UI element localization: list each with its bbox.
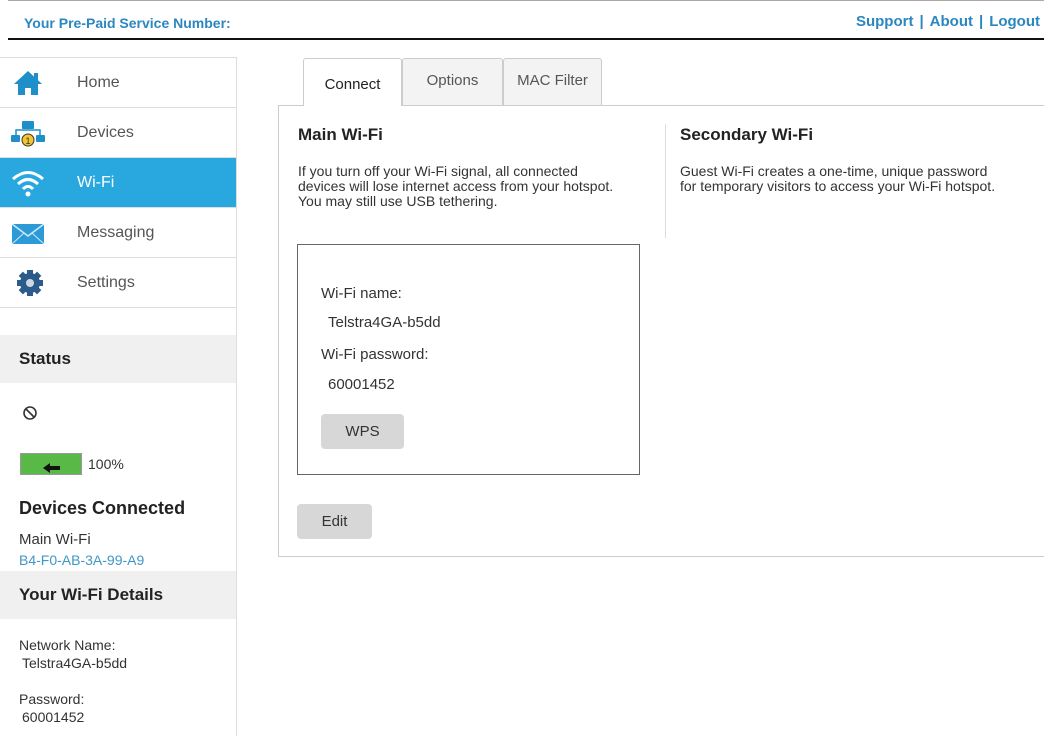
status-panel: 100% <box>0 383 237 491</box>
wifi-info-box: Wi-Fi name: Telstra4GA-b5dd Wi-Fi passwo… <box>297 244 640 475</box>
logout-link[interactable]: Logout <box>989 13 1040 30</box>
devices-connected-title: Devices Connected <box>0 491 237 529</box>
sidebar-item-devices[interactable]: 1 Devices <box>0 108 236 158</box>
support-link[interactable]: Support <box>856 13 914 30</box>
wifi-icon <box>10 168 46 198</box>
password-value: 60001452 <box>22 709 85 725</box>
sidebar: Home 1 Devices Wi-Fi Messaging Settings <box>0 57 237 736</box>
connect-panel: Main Wi-Fi If you turn off your Wi-Fi si… <box>278 105 1044 557</box>
gear-icon <box>10 268 46 298</box>
wps-button[interactable]: WPS <box>321 414 404 449</box>
main-wifi-desc-line: You may still use USB tethering. <box>298 193 498 209</box>
main-wifi-desc-line: devices will lose internet access from y… <box>298 178 614 194</box>
about-link[interactable]: About <box>930 13 973 30</box>
sidebar-item-label: Devices <box>77 124 134 141</box>
battery-percent: 100% <box>88 456 124 472</box>
sidebar-item-label: Settings <box>77 274 135 291</box>
home-icon <box>10 68 46 98</box>
battery-indicator <box>20 453 82 475</box>
secondary-wifi-title: Secondary Wi-Fi <box>680 125 814 144</box>
connected-network: Main Wi-Fi <box>19 531 91 548</box>
status-header: Status <box>0 335 237 383</box>
main-wifi-title: Main Wi-Fi <box>298 125 383 144</box>
wifi-password-label: Wi-Fi password: <box>321 346 429 363</box>
top-bar: Your Pre-Paid Service Number: Support | Ab… <box>8 0 1044 40</box>
charging-icon <box>43 460 61 478</box>
sidebar-spacer <box>0 308 237 335</box>
secondary-wifi-desc-line: Guest Wi-Fi creates a one-time, unique p… <box>680 163 988 179</box>
wifi-details-title: Your Wi-Fi Details <box>19 585 164 604</box>
main-wifi-description: If you turn off your Wi-Fi signal, all c… <box>298 164 613 209</box>
sidebar-item-label: Wi-Fi <box>77 174 115 191</box>
sidebar-item-settings[interactable]: Settings <box>0 258 236 308</box>
sidebar-item-wifi[interactable]: Wi-Fi <box>0 158 236 208</box>
secondary-wifi-desc-line: for temporary visitors to access your Wi… <box>680 178 996 194</box>
main-wifi-desc-line: If you turn off your Wi-Fi signal, all c… <box>298 163 578 179</box>
sidebar-item-messaging[interactable]: Messaging <box>0 208 236 258</box>
password-label: Password: <box>19 691 85 707</box>
service-number-label: Your Pre-Paid Service Number: <box>24 15 231 31</box>
network-name-value: Telstra4GA-b5dd <box>22 655 128 671</box>
secondary-wifi-description: Guest Wi-Fi creates a one-time, unique p… <box>680 164 995 194</box>
svg-text:1: 1 <box>25 136 30 146</box>
devices-icon: 1 <box>10 118 46 148</box>
status-title: Status <box>19 349 71 368</box>
tab-options[interactable]: Options <box>402 58 503 105</box>
tab-mac-filter[interactable]: MAC Filter <box>503 58 602 105</box>
column-divider <box>665 124 666 238</box>
wifi-name-label: Wi-Fi name: <box>321 285 402 302</box>
wifi-password-value: 60001452 <box>328 376 395 393</box>
sidebar-item-home[interactable]: Home <box>0 58 236 108</box>
wifi-name-value: Telstra4GA-b5dd <box>328 314 441 331</box>
connected-device-link[interactable]: B4-F0-AB-3A-99-A9 <box>19 552 144 568</box>
link-separator: | <box>919 13 924 30</box>
sidebar-nav: Home 1 Devices Wi-Fi Messaging Settings <box>0 57 237 308</box>
sidebar-item-label: Home <box>77 74 120 91</box>
edit-button[interactable]: Edit <box>297 504 372 539</box>
top-links: Support | About | Logout <box>856 13 1040 30</box>
devices-connected-list: Main Wi-Fi B4-F0-AB-3A-99-A9 <box>0 529 237 571</box>
no-signal-icon <box>22 405 38 421</box>
wifi-details-panel: Network Name: Telstra4GA-b5dd Password: … <box>0 619 237 736</box>
envelope-icon <box>10 218 46 248</box>
tab-connect[interactable]: Connect <box>303 58 402 106</box>
sidebar-item-label: Messaging <box>77 224 155 241</box>
wifi-details-header: Your Wi-Fi Details <box>0 571 237 619</box>
network-name-label: Network Name: <box>19 637 116 653</box>
link-separator: | <box>978 13 984 30</box>
